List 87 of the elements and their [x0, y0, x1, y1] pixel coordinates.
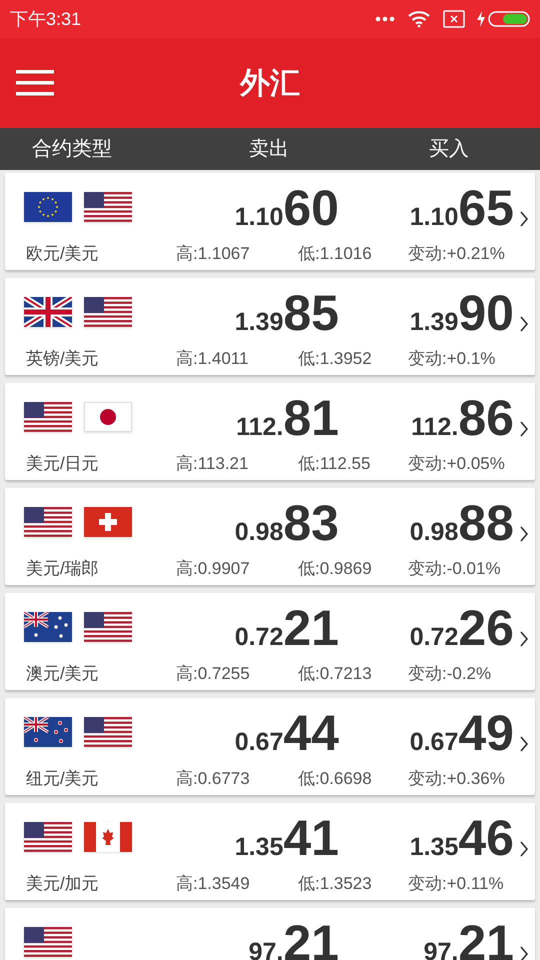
quote-card[interactable]: 112.81 112.86 美元/日元 高:113.21 低:112.55 变动:+0.05%	[5, 383, 535, 480]
price: 0.9883	[234, 498, 339, 548]
swiss-flag-icon	[84, 507, 132, 537]
price: 1.3541	[234, 813, 339, 863]
pair-name: 英镑/美元	[25, 348, 100, 370]
more-dots-icon	[375, 16, 395, 22]
australia-flag-icon	[24, 612, 72, 642]
low-price: 低:0.9869	[298, 558, 373, 580]
pair-name: 美元/加元	[25, 873, 100, 895]
us-flag-icon	[24, 927, 72, 957]
change-percent: 变动:+0.05%	[408, 453, 505, 475]
quote-card[interactable]: 1.1060 1.1065 欧元/美元 高:1.1067 低:1.1016 变动:+0.21%	[5, 173, 535, 270]
new-zealand-flag-icon	[24, 717, 72, 747]
us-flag-icon	[84, 717, 132, 747]
pair-name: 美元/日元	[25, 453, 100, 475]
high-price: 高:0.9907	[176, 558, 251, 580]
change-percent: 变动:+0.36%	[408, 768, 505, 790]
low-price: 低:0.6698	[298, 768, 373, 790]
us-flag-icon	[24, 822, 72, 852]
low-price: 低:1.1016	[298, 243, 373, 265]
quote-card[interactable]: 1.3985 1.3990 英镑/美元 高:1.4011 低:1.3952 变动:+0.1%	[5, 278, 535, 375]
pair-name: 欧元/美元	[25, 243, 100, 265]
canada-flag-icon	[84, 822, 132, 852]
price: 0.6744	[234, 708, 339, 758]
change-percent: 变动:+0.1%	[408, 348, 496, 370]
us-flag-icon	[84, 612, 132, 642]
price: 1.3990	[408, 288, 514, 338]
wifi-icon	[407, 10, 431, 28]
quote-card[interactable]: 1.3541 1.3546 美元/加元 高:1.3549 低:1.3523 变动:+0.11%	[5, 803, 535, 900]
high-price: 高:1.3549	[176, 873, 251, 895]
chevron-right-icon	[519, 736, 529, 752]
us-flag-icon	[84, 192, 132, 222]
low-price: 低:0.7213	[298, 663, 373, 685]
price: 0.6749	[408, 708, 514, 758]
column-header: 合约类型	[32, 137, 113, 162]
status-time: 下午3:31	[10, 8, 82, 30]
high-price: 高:0.7255	[176, 663, 251, 685]
battery-icon	[488, 11, 530, 27]
high-price: 高:1.4011	[176, 348, 250, 370]
charging-bolt-icon	[477, 11, 485, 27]
quote-card[interactable]: 97.21 97.21	[5, 908, 535, 960]
low-price: 低:1.3952	[298, 348, 373, 370]
price: 1.3546	[408, 813, 514, 863]
price: 0.7221	[234, 603, 339, 653]
eu-flag-icon	[24, 192, 72, 222]
japan-flag-icon	[84, 402, 132, 432]
change-percent: 变动:+0.21%	[408, 243, 505, 265]
quote-card[interactable]: 0.7221 0.7226 澳元/美元 高:0.7255 低:0.7213 变动:-0.2%	[5, 593, 535, 690]
price: 0.7226	[408, 603, 514, 653]
chevron-right-icon	[519, 316, 529, 332]
pair-name: 纽元/美元	[25, 768, 100, 790]
price: 97.21	[248, 918, 339, 960]
price: 1.3985	[234, 288, 339, 338]
price: 0.9888	[408, 498, 514, 548]
low-price: 低:1.3523	[298, 873, 373, 895]
price: 112.81	[235, 393, 339, 443]
low-price: 低:112.55	[298, 453, 372, 475]
chevron-right-icon	[519, 946, 529, 960]
price: 97.21	[422, 918, 514, 960]
chevron-right-icon	[519, 841, 529, 857]
change-percent: 变动:+0.11%	[408, 873, 504, 895]
no-sim-icon	[443, 10, 465, 28]
quote-card[interactable]: 0.6744 0.6749 纽元/美元 高:0.6773 低:0.6698 变动:+0.36%	[5, 698, 535, 795]
us-flag-icon	[24, 402, 72, 432]
pair-name: 澳元/美元	[25, 663, 100, 685]
column-header: 买入	[429, 137, 469, 162]
price: 1.1065	[408, 183, 514, 233]
menu-button[interactable]	[16, 68, 54, 98]
change-percent: 变动:-0.2%	[408, 663, 492, 685]
price: 1.1060	[234, 183, 339, 233]
us-flag-icon	[84, 297, 132, 327]
high-price: 高:113.21	[176, 453, 250, 475]
column-header: 卖出	[249, 137, 290, 162]
chevron-right-icon	[519, 526, 529, 542]
quote-card[interactable]: 0.9883 0.9888 美元/瑞郎 高:0.9907 低:0.9869 变动:-0.01%	[5, 488, 535, 585]
chevron-right-icon	[519, 421, 529, 437]
menu-icon	[16, 70, 54, 96]
high-price: 高:0.6773	[176, 768, 251, 790]
chevron-right-icon	[519, 211, 529, 227]
pair-name: 美元/瑞郎	[25, 558, 100, 580]
uk-flag-icon	[24, 297, 72, 327]
us-flag-icon	[24, 507, 72, 537]
chevron-right-icon	[519, 631, 529, 647]
price: 112.86	[410, 393, 514, 443]
change-percent: 变动:-0.01%	[408, 558, 501, 580]
high-price: 高:1.1067	[176, 243, 251, 265]
page-title: 外汇	[240, 66, 300, 102]
